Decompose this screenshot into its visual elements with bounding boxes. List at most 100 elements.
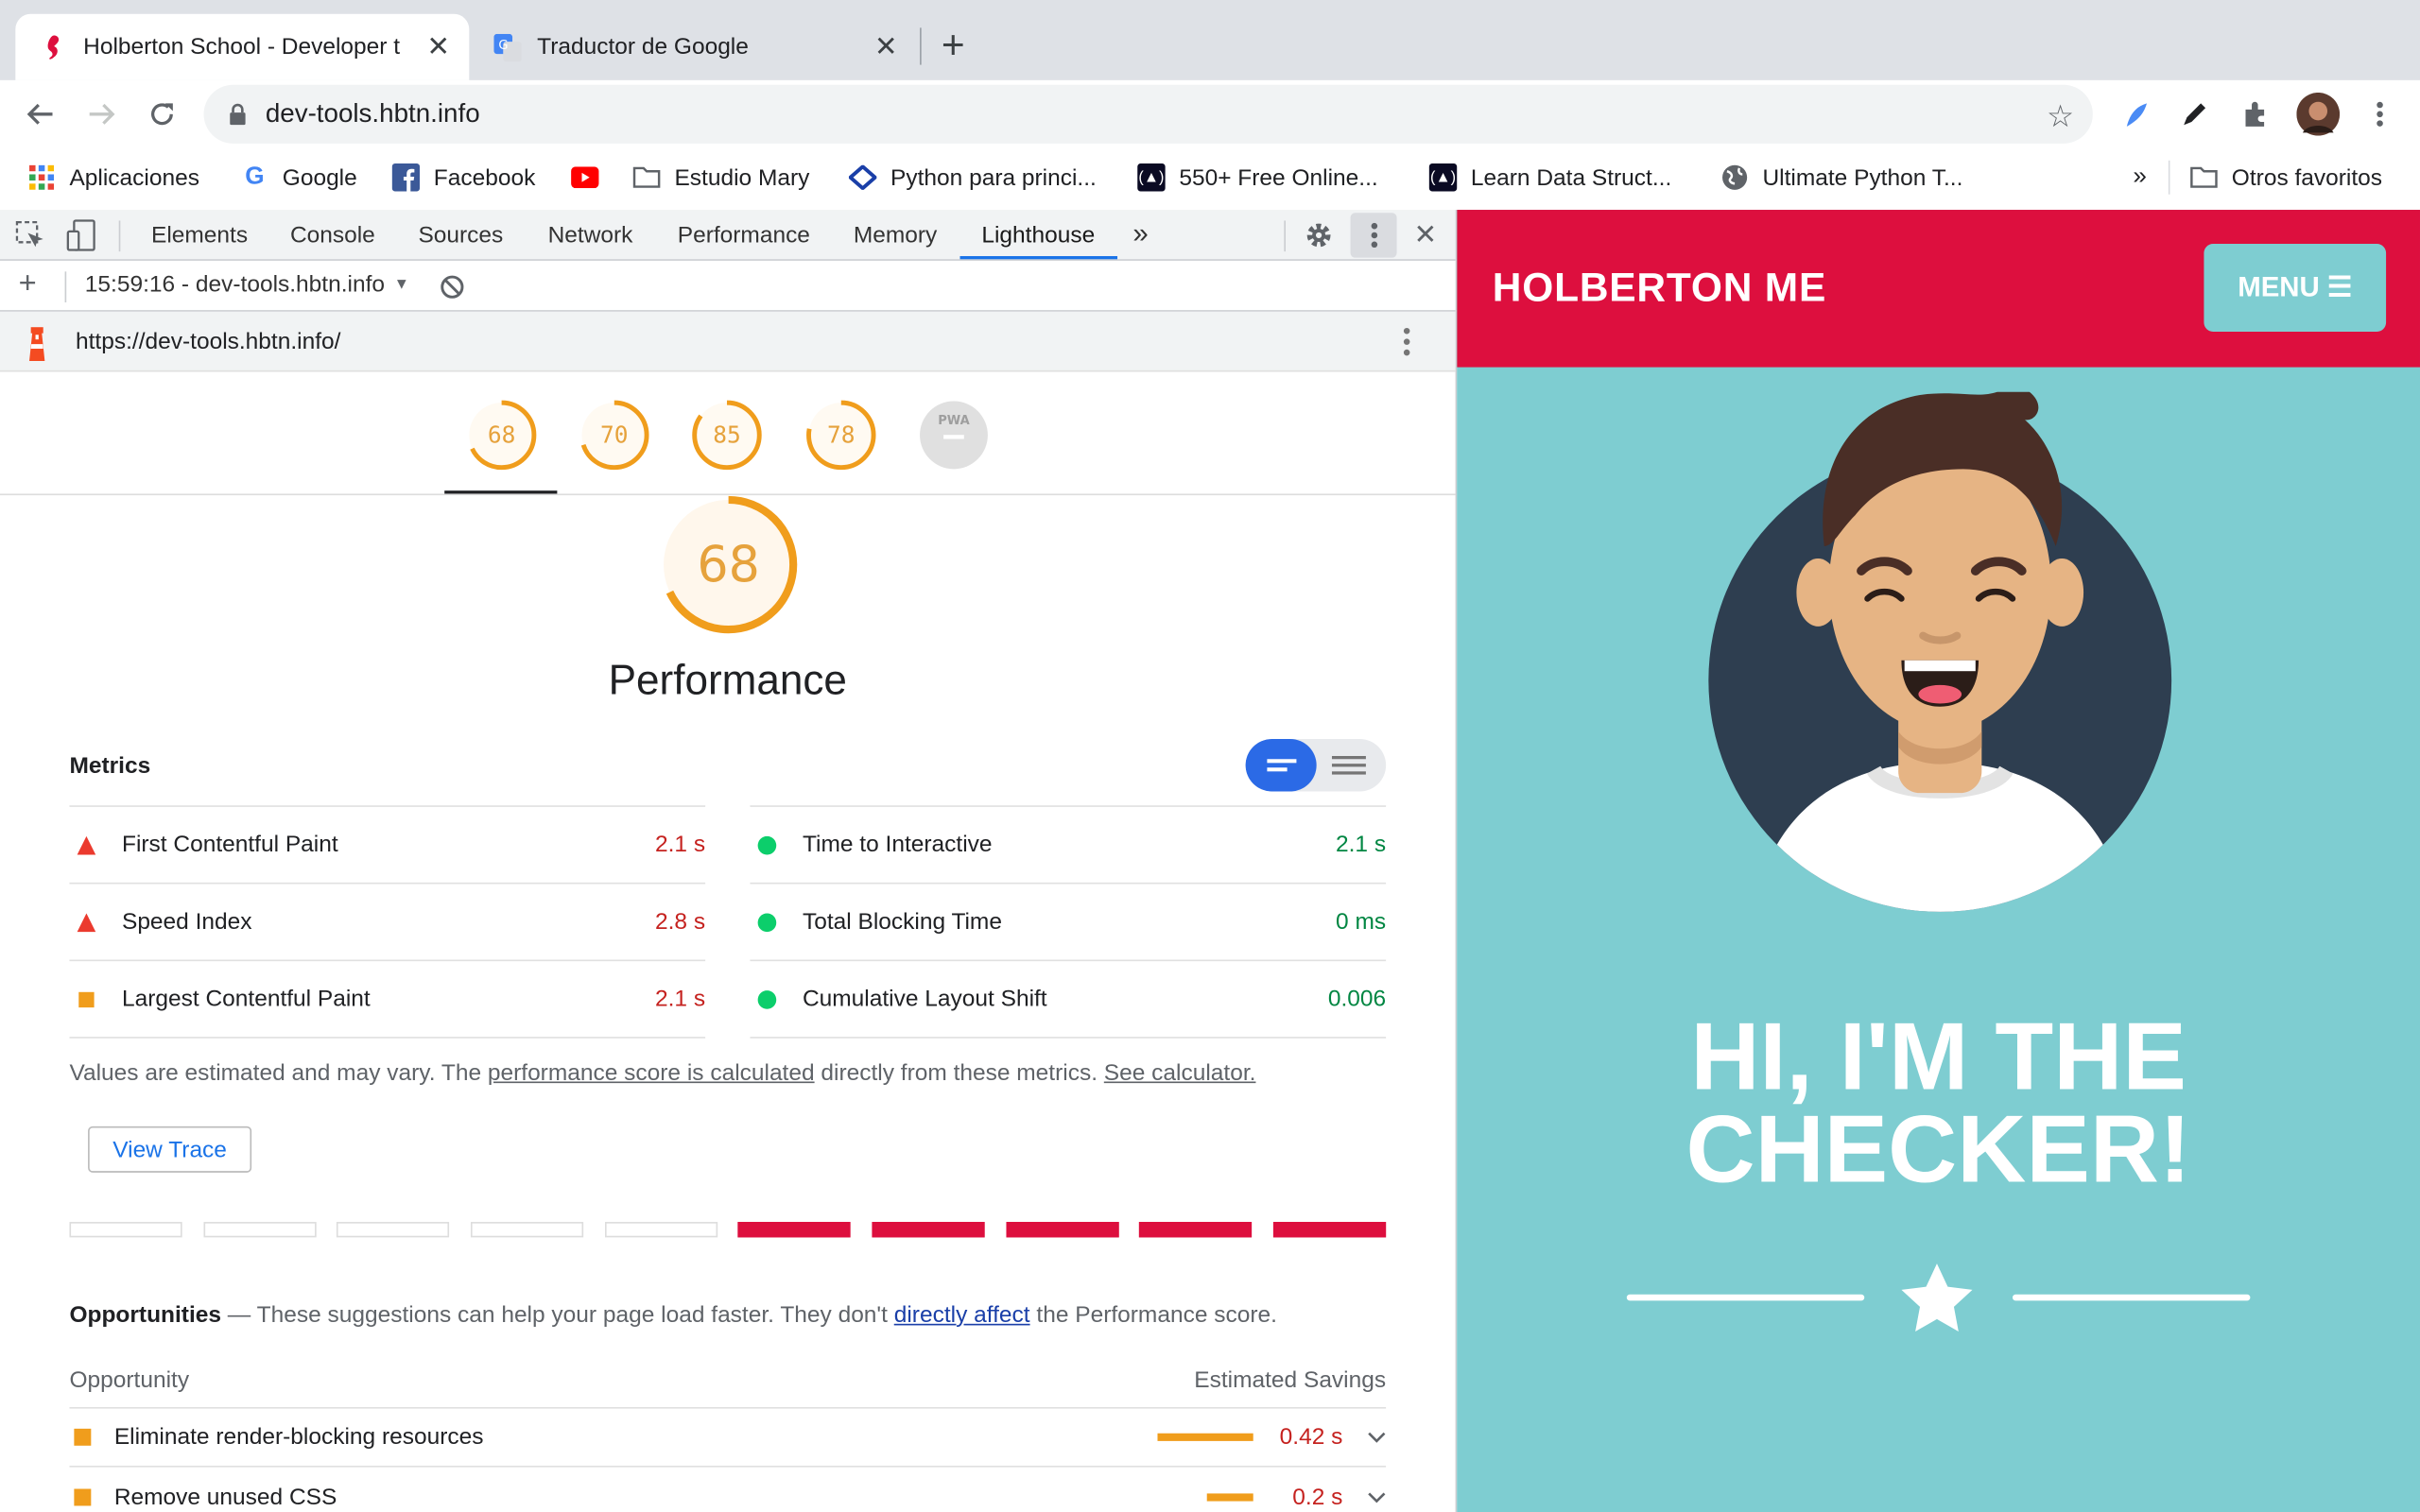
metric-total-blocking-time: Total Blocking Time 0 ms	[750, 882, 1387, 960]
bookmark-ultimate-python[interactable]: Ultimate Python T...	[1720, 161, 1962, 195]
directly-affect-link[interactable]: directly affect	[894, 1302, 1030, 1329]
intro-text: the Performance score.	[1029, 1301, 1277, 1329]
see-calculator-link[interactable]: See calculator.	[1104, 1060, 1256, 1087]
opportunity-label: Remove unused CSS	[113, 1483, 337, 1510]
device-toolbar-icon[interactable]	[65, 219, 99, 259]
metric-label: Speed Index	[121, 908, 252, 936]
bookmark-freecodecamp-2[interactable]: (▲) Learn Data Struct...	[1428, 161, 1671, 195]
back-icon[interactable]	[19, 93, 62, 136]
metrics-note: Values are estimated and may vary. The p…	[69, 1060, 1255, 1087]
close-devtools-icon[interactable]: ✕	[1414, 219, 1438, 251]
metric-value: 0 ms	[1336, 908, 1387, 936]
freecodecamp-icon: (▲)	[1428, 163, 1458, 192]
performance-gauge[interactable]: 68	[466, 400, 537, 471]
new-report-icon[interactable]: +	[19, 266, 37, 302]
metric-value: 2.8 s	[655, 908, 706, 936]
devtools-tab-bar: Elements Console Sources Network Perform…	[0, 210, 1456, 261]
metric-value: 2.1 s	[655, 831, 706, 858]
average-square-icon	[78, 990, 95, 1007]
bookmark-folder-estudio[interactable]: Estudio Mary	[632, 161, 809, 195]
report-selector[interactable]: 15:59:16 - dev-tools.hbtn.info ▼	[85, 271, 409, 298]
accessibility-gauge[interactable]: 70	[579, 400, 649, 471]
devtools-tab-elements[interactable]: Elements	[151, 222, 248, 249]
youtube-icon	[571, 163, 599, 191]
metric-label: First Contentful Paint	[121, 831, 338, 858]
opportunity-unused-css[interactable]: Remove unused CSS 0.2 s	[69, 1468, 1386, 1512]
bookmark-facebook[interactable]: Facebook	[391, 161, 535, 195]
pass-circle-icon	[757, 835, 777, 854]
puzzle-extensions-icon[interactable]	[2238, 95, 2274, 132]
bookmark-python[interactable]: Python para princi...	[848, 161, 1097, 195]
report-menu-icon[interactable]	[1403, 327, 1410, 363]
folder-icon	[632, 163, 661, 191]
pwa-gauge[interactable]: PWA –	[918, 400, 989, 471]
new-tab-icon[interactable]: +	[942, 25, 965, 64]
bookmark-freecodecamp-1[interactable]: (▲) 550+ Free Online...	[1137, 161, 1378, 195]
close-tab-icon[interactable]: ✕	[423, 31, 454, 63]
forward-icon[interactable]	[80, 93, 124, 136]
hero-heading: HI, I'M THE CHECKER!	[1457, 1010, 2420, 1198]
devtools-tab-memory[interactable]: Memory	[854, 222, 937, 249]
chrome-menu-icon[interactable]	[2361, 95, 2398, 132]
metrics-view-toggle[interactable]	[1245, 739, 1387, 792]
savings-bar	[1157, 1433, 1253, 1441]
filmstrip-frame	[470, 1222, 584, 1238]
filmstrip-frame	[69, 1222, 182, 1238]
bookmarks-bar: Aplicaciones G Google Facebook Estudio M…	[0, 147, 2420, 211]
category-gauges: 68 70 85 78 PWA –	[0, 371, 1456, 496]
metrics-heading: Metrics	[69, 752, 151, 780]
gauge-score: 85	[713, 421, 741, 450]
compact-view-button[interactable]	[1245, 739, 1317, 792]
metric-label: Total Blocking Time	[802, 908, 1002, 936]
devtools-menu-icon[interactable]	[1350, 213, 1397, 258]
devtools-panel: Elements Console Sources Network Perform…	[0, 210, 1458, 1512]
close-tab-icon[interactable]: ✕	[871, 31, 902, 63]
bookmark-google[interactable]: G Google	[241, 161, 357, 195]
devtools-tab-performance[interactable]: Performance	[678, 222, 810, 249]
bookmark-youtube[interactable]	[571, 161, 613, 195]
devtools-tab-sources[interactable]: Sources	[418, 222, 503, 249]
filmstrip-frame	[203, 1222, 317, 1238]
devtools-tab-lighthouse[interactable]: Lighthouse	[981, 222, 1095, 249]
pen-extension-icon[interactable]	[2176, 95, 2213, 132]
expanded-view-button[interactable]	[1317, 739, 1386, 792]
tab-holberton[interactable]: Holberton School - Developer t ✕	[15, 13, 470, 80]
view-trace-button[interactable]: View Trace	[88, 1125, 252, 1173]
seo-gauge[interactable]: 78	[805, 400, 876, 471]
bookmark-star-icon[interactable]: ☆	[2047, 97, 2074, 136]
metric-first-contentful-paint: First Contentful Paint 2.1 s	[69, 805, 706, 883]
reload-icon[interactable]	[141, 93, 184, 136]
seahorse-favicon-icon	[40, 33, 67, 60]
site-brand[interactable]: HOLBERTON ME	[1493, 264, 1826, 312]
bookmark-label: Python para princi...	[890, 163, 1097, 191]
url-text: dev-tools.hbtn.info	[265, 98, 480, 129]
tab-translate[interactable]: G Traductor de Google ✕	[469, 14, 916, 80]
best-practices-gauge[interactable]: 85	[691, 400, 762, 471]
intro-text: — These suggestions can help your page l…	[221, 1301, 894, 1329]
score-calculated-link[interactable]: performance score is calculated	[488, 1060, 815, 1087]
bookmark-apps[interactable]: Aplicaciones	[27, 161, 199, 195]
inspect-element-icon[interactable]	[15, 220, 46, 257]
chevron-down-icon[interactable]	[1342, 1426, 1386, 1449]
settings-gear-icon[interactable]	[1305, 220, 1334, 256]
filmstrip-frame	[1272, 1222, 1387, 1238]
address-bar[interactable]: dev-tools.hbtn.info ☆	[203, 84, 2093, 144]
feather-extension-icon[interactable]	[2118, 95, 2154, 132]
browser-toolbar: dev-tools.hbtn.info ☆	[0, 79, 2420, 148]
filmstrip-frame	[604, 1222, 718, 1238]
bookmark-other-favorites[interactable]: Otros favoritos	[2190, 161, 2382, 195]
more-tabs-button[interactable]: »	[1132, 217, 1148, 249]
opportunities-heading: Opportunities	[69, 1301, 222, 1329]
devtools-tab-network[interactable]: Network	[548, 222, 633, 249]
opportunity-render-blocking[interactable]: Eliminate render-blocking resources 0.42…	[69, 1409, 1387, 1468]
clear-reports-icon[interactable]	[440, 275, 464, 306]
folder-icon	[2190, 163, 2218, 191]
performance-score: 68	[697, 535, 760, 594]
devtools-tab-console[interactable]: Console	[290, 222, 375, 249]
tab-separator	[920, 27, 922, 65]
menu-button[interactable]: MENU ☰	[2204, 243, 2387, 333]
chevron-down-icon[interactable]	[1342, 1485, 1386, 1507]
divider-line	[2012, 1294, 2251, 1301]
bookmarks-overflow-button[interactable]: »	[2133, 161, 2147, 195]
profile-avatar[interactable]	[2296, 92, 2341, 136]
